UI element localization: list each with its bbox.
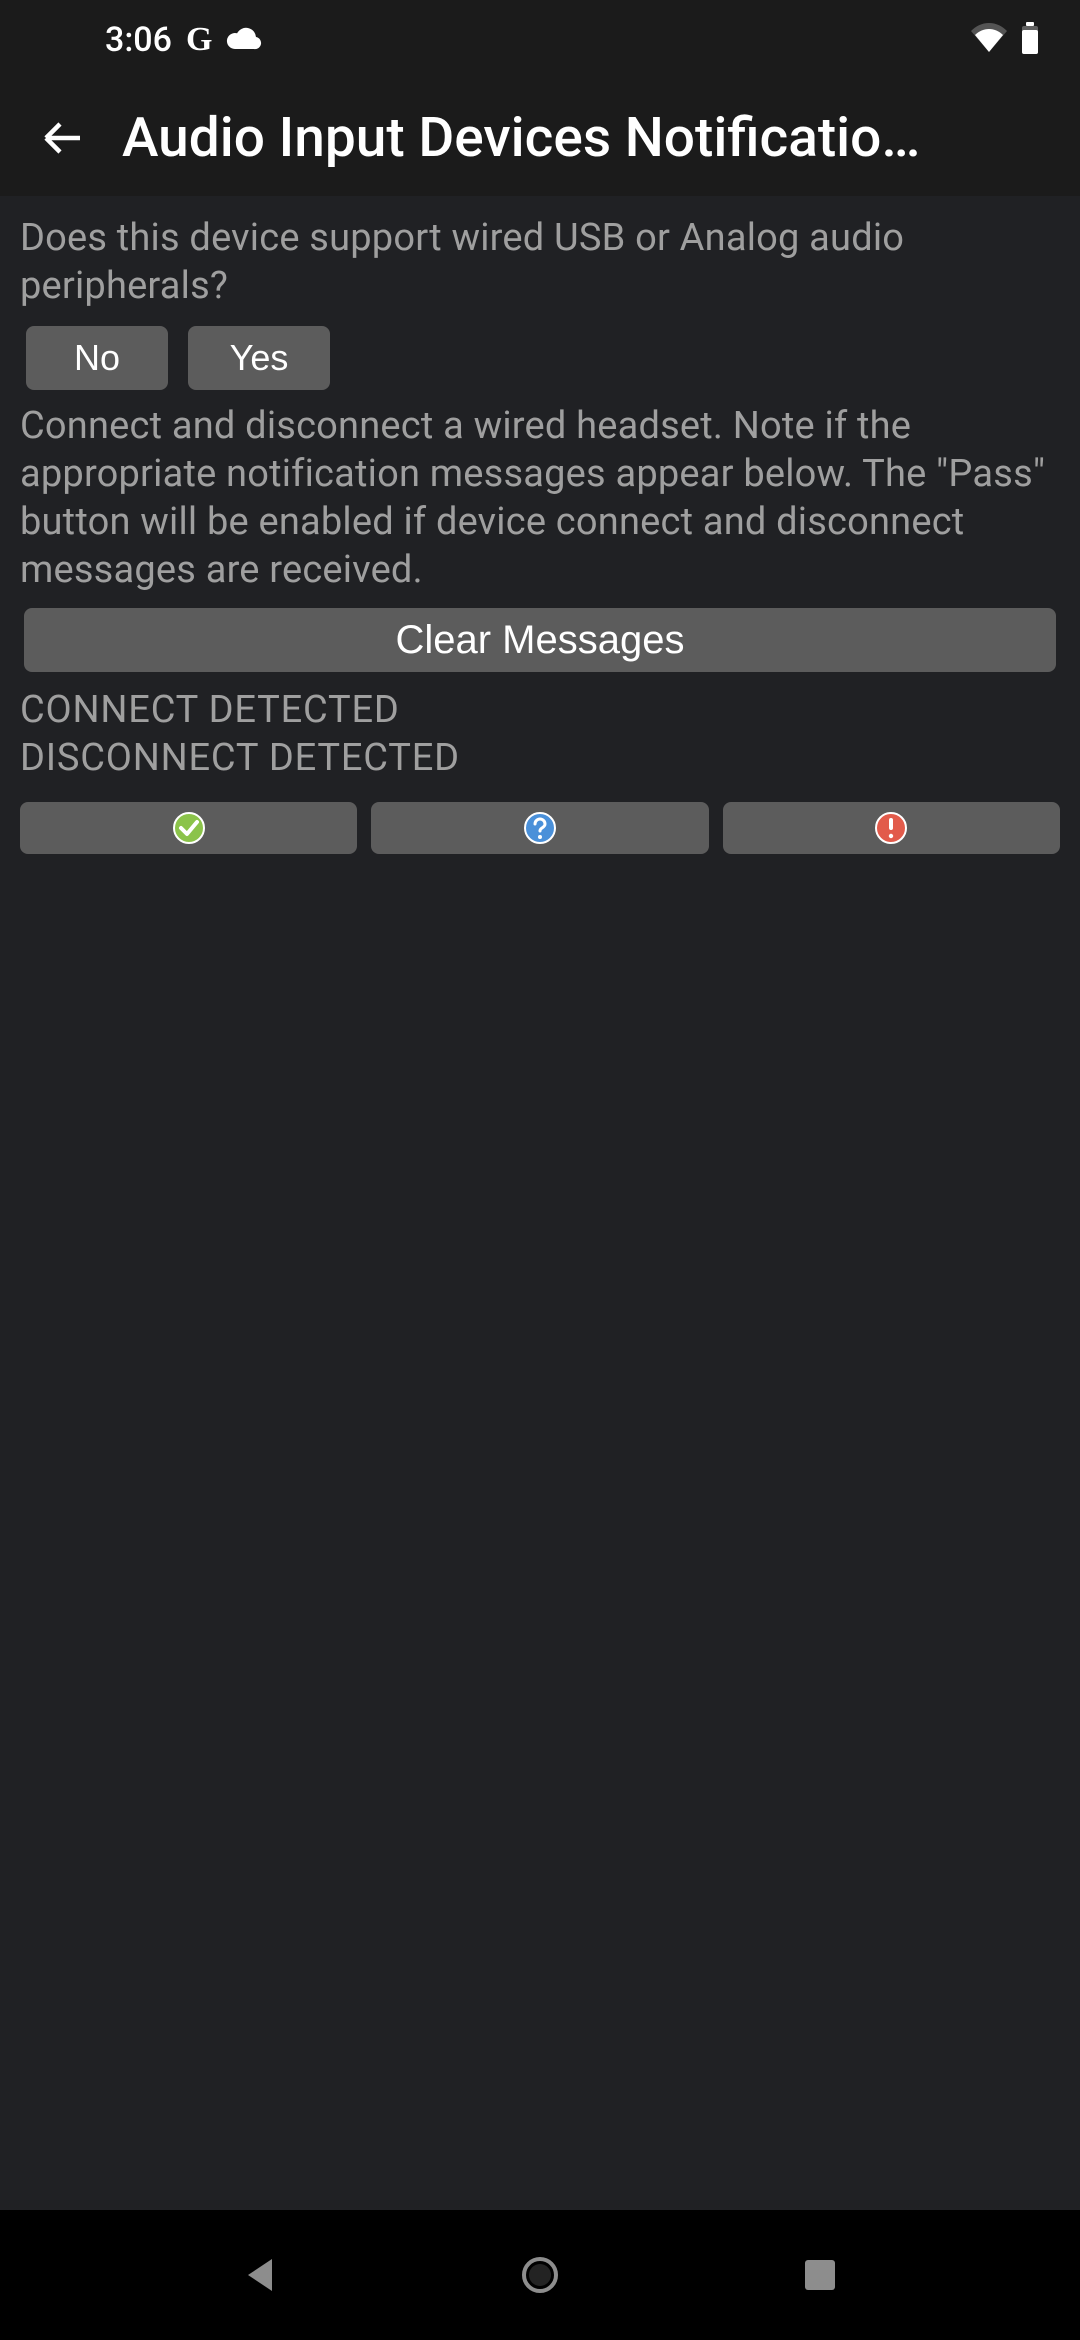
app-bar: Audio Input Devices Notificatio… [0, 80, 1080, 196]
page-title: Audio Input Devices Notificatio… [122, 106, 1052, 170]
battery-icon [1020, 22, 1040, 58]
nav-back-icon [242, 2255, 278, 2295]
cloud-icon [226, 20, 262, 60]
yes-button[interactable]: Yes [188, 326, 330, 390]
nav-home-button[interactable] [510, 2245, 570, 2305]
nav-back-button[interactable] [230, 2245, 290, 2305]
nav-home-icon [518, 2253, 562, 2297]
no-button-label: No [74, 337, 120, 379]
result-buttons [20, 802, 1060, 854]
no-button[interactable]: No [26, 326, 168, 390]
status-right [970, 22, 1040, 58]
status-clock: 3:06 [105, 20, 172, 60]
clear-messages-button[interactable]: Clear Messages [24, 608, 1056, 672]
wifi-icon [970, 23, 1008, 57]
arrow-left-icon [40, 116, 84, 160]
fail-button[interactable] [723, 802, 1060, 854]
instructions-text: Connect and disconnect a wired headset. … [20, 402, 1060, 594]
question-circle-icon [523, 811, 557, 845]
nav-recent-button[interactable] [790, 2245, 850, 2305]
nav-recent-icon [803, 2258, 837, 2292]
clear-messages-label: Clear Messages [395, 618, 684, 662]
messages-area: CONNECT DETECTED DISCONNECT DETECTED [20, 686, 1060, 782]
message-connect: CONNECT DETECTED [20, 686, 1060, 734]
alert-circle-icon [874, 811, 908, 845]
message-disconnect: DISCONNECT DETECTED [20, 734, 1060, 782]
status-left: 3:06 G [105, 20, 262, 60]
pass-button[interactable] [20, 802, 357, 854]
back-button[interactable] [30, 106, 94, 170]
system-nav-bar [0, 2210, 1080, 2340]
yes-button-label: Yes [230, 337, 289, 379]
content-area: Does this device support wired USB or An… [0, 196, 1080, 2210]
check-circle-icon [172, 811, 206, 845]
support-prompt: Does this device support wired USB or An… [20, 214, 1060, 310]
google-icon: G [186, 23, 212, 57]
info-button[interactable] [371, 802, 708, 854]
status-bar: 3:06 G [0, 0, 1080, 80]
